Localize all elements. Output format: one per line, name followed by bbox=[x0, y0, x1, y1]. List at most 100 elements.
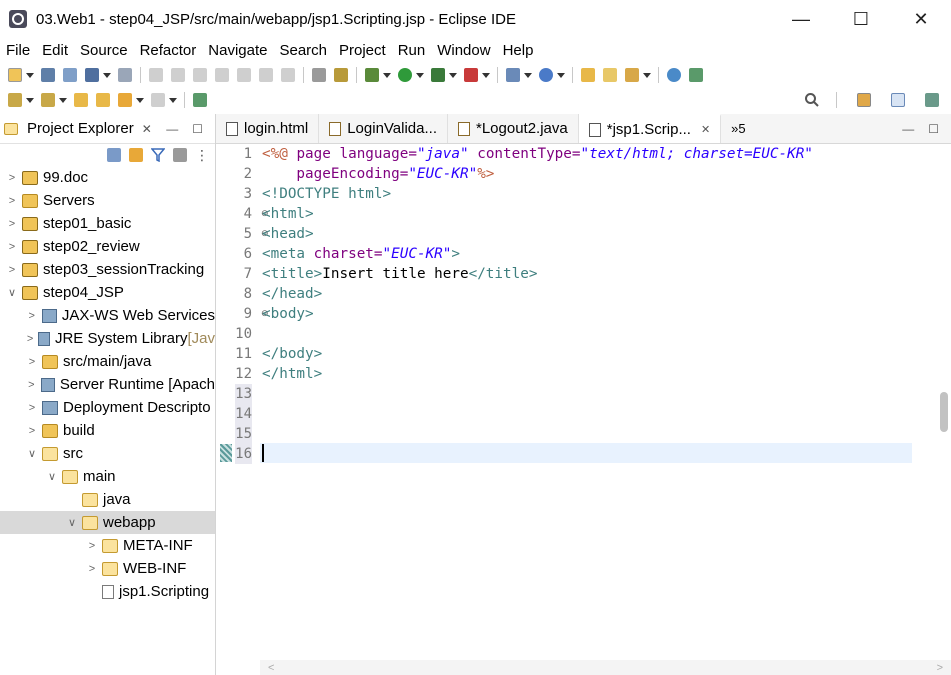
tab-login-html[interactable]: login.html bbox=[216, 114, 320, 143]
menu-refactor[interactable]: Refactor bbox=[140, 42, 197, 59]
tree-item-servers[interactable]: > Servers bbox=[0, 189, 215, 212]
tree-item-jre[interactable]: > JRE System Library [Jav bbox=[0, 327, 215, 350]
save-all-icon[interactable] bbox=[63, 68, 77, 82]
java-ee-perspective-icon[interactable] bbox=[891, 93, 905, 107]
open-type-icon[interactable] bbox=[581, 68, 595, 82]
chevron-down-icon[interactable]: ∨ bbox=[66, 516, 78, 529]
chevron-right-icon[interactable]: > bbox=[26, 402, 38, 414]
collapse-all-icon[interactable] bbox=[107, 148, 121, 162]
resume-icon[interactable] bbox=[149, 68, 163, 82]
menu-source[interactable]: Source bbox=[80, 42, 128, 59]
tree-item-jsp1[interactable]: jsp1.Scripting bbox=[0, 580, 215, 603]
menu-run[interactable]: Run bbox=[398, 42, 426, 59]
chevron-right-icon[interactable]: > bbox=[86, 563, 98, 575]
suspend-icon[interactable] bbox=[171, 68, 185, 82]
menu-edit[interactable]: Edit bbox=[42, 42, 68, 59]
use-step-filters-icon[interactable] bbox=[312, 68, 326, 82]
menu-navigate[interactable]: Navigate bbox=[208, 42, 267, 59]
chevron-down-icon[interactable] bbox=[643, 72, 651, 78]
chevron-right-icon[interactable]: > bbox=[26, 310, 38, 322]
chevron-down-icon[interactable] bbox=[524, 72, 532, 78]
filter-icon[interactable] bbox=[151, 148, 165, 162]
menu-search[interactable]: Search bbox=[279, 42, 327, 59]
chevron-right-icon[interactable]: > bbox=[86, 540, 98, 552]
debug-icon[interactable] bbox=[365, 68, 379, 82]
chevron-right-icon[interactable]: > bbox=[26, 425, 38, 437]
pin-editor-icon[interactable] bbox=[193, 93, 207, 107]
tree-item-main[interactable]: ∨ main bbox=[0, 465, 215, 488]
external-tools-icon[interactable] bbox=[464, 68, 478, 82]
terminate-icon[interactable] bbox=[193, 68, 207, 82]
search-tool-icon[interactable] bbox=[625, 68, 639, 82]
tree-item-step01[interactable]: > step01_basic bbox=[0, 212, 215, 235]
previous-annotation-icon[interactable] bbox=[41, 93, 55, 107]
menu-file[interactable]: File bbox=[6, 42, 30, 59]
close-window-button[interactable]: ✕ bbox=[891, 0, 951, 38]
code-text-area[interactable]: <%@ page language="java" contentType="te… bbox=[260, 144, 910, 660]
tab-logout2[interactable]: *Logout2.java bbox=[448, 114, 579, 143]
chevron-down-icon[interactable]: ∨ bbox=[6, 286, 18, 299]
save-icon[interactable] bbox=[41, 68, 55, 82]
coverage-icon[interactable] bbox=[334, 68, 348, 82]
debug-perspective-icon[interactable] bbox=[925, 93, 939, 107]
more-tabs-button[interactable]: »5 bbox=[721, 114, 755, 143]
chevron-right-icon[interactable]: > bbox=[6, 264, 18, 276]
scroll-thumb[interactable] bbox=[940, 392, 948, 432]
chevron-down-icon[interactable] bbox=[26, 72, 34, 78]
tree-item-meta-inf[interactable]: > META-INF bbox=[0, 534, 215, 557]
scroll-right-icon[interactable]: > bbox=[937, 662, 943, 674]
chevron-down-icon[interactable]: ∨ bbox=[26, 447, 38, 460]
open-task-icon[interactable] bbox=[603, 68, 617, 82]
chevron-down-icon[interactable] bbox=[482, 72, 490, 78]
last-edit-location-icon[interactable] bbox=[74, 93, 88, 107]
chevron-right-icon[interactable]: > bbox=[26, 356, 38, 368]
chevron-down-icon[interactable] bbox=[103, 72, 111, 78]
open-perspective-icon[interactable] bbox=[857, 93, 871, 107]
tab-loginvalidation[interactable]: LoginValida... bbox=[319, 114, 448, 143]
horizontal-scrollbar[interactable]: < > bbox=[260, 660, 951, 675]
chevron-right-icon[interactable]: > bbox=[26, 333, 34, 345]
tree-item-deployment[interactable]: > Deployment Descripto bbox=[0, 396, 215, 419]
chevron-right-icon[interactable]: > bbox=[6, 172, 18, 184]
project-explorer-tab[interactable]: Project Explorer ✕ — ☐ bbox=[0, 114, 215, 144]
tree-item-build[interactable]: > build bbox=[0, 419, 215, 442]
scroll-left-icon[interactable]: < bbox=[268, 662, 274, 674]
tree-item-step04[interactable]: ∨ step04_JSP bbox=[0, 281, 215, 304]
chevron-down-icon[interactable] bbox=[169, 97, 177, 103]
chevron-right-icon[interactable]: > bbox=[6, 241, 18, 253]
chevron-down-icon[interactable] bbox=[59, 97, 67, 103]
tree-item-step02[interactable]: > step02_review bbox=[0, 235, 215, 258]
next-edit-location-icon[interactable] bbox=[96, 93, 110, 107]
search-icon[interactable] bbox=[804, 92, 820, 108]
chevron-down-icon[interactable] bbox=[383, 72, 391, 78]
tab-jsp1-scripting[interactable]: *jsp1.Scrip... ✕ bbox=[578, 114, 722, 143]
minimize-panel-button[interactable]: — bbox=[166, 122, 178, 136]
web-services-icon[interactable] bbox=[689, 68, 703, 82]
menu-window[interactable]: Window bbox=[437, 42, 490, 59]
chevron-down-icon[interactable]: ∨ bbox=[46, 470, 58, 483]
next-annotation-icon[interactable] bbox=[8, 93, 22, 107]
terminal-icon[interactable] bbox=[85, 68, 99, 82]
chevron-down-icon[interactable] bbox=[416, 72, 424, 78]
new-class-icon[interactable] bbox=[539, 68, 553, 82]
focus-icon[interactable] bbox=[173, 148, 187, 162]
disconnect-icon[interactable] bbox=[215, 68, 229, 82]
vertical-scrollbar[interactable] bbox=[937, 144, 951, 660]
step-over-icon[interactable] bbox=[259, 68, 273, 82]
chevron-down-icon[interactable] bbox=[449, 72, 457, 78]
minimize-button[interactable]: — bbox=[771, 0, 831, 38]
tree-item-src[interactable]: ∨ src bbox=[0, 442, 215, 465]
tree-item-step03[interactable]: > step03_sessionTracking bbox=[0, 258, 215, 281]
tree-item-jaxws[interactable]: > JAX-WS Web Services bbox=[0, 304, 215, 327]
new-java-project-icon[interactable] bbox=[506, 68, 520, 82]
tree-item-server-runtime[interactable]: > Server Runtime [Apach bbox=[0, 373, 215, 396]
chevron-down-icon[interactable] bbox=[557, 72, 565, 78]
tree-item-webapp[interactable]: ∨ webapp bbox=[0, 511, 215, 534]
tree-item-web-inf[interactable]: > WEB-INF bbox=[0, 557, 215, 580]
code-editor[interactable]: 1 2 3 4 5 6 7 8 9 10 11 12 13 14 15 16 ⊖… bbox=[218, 144, 951, 675]
close-icon[interactable]: ✕ bbox=[701, 123, 710, 136]
menu-project[interactable]: Project bbox=[339, 42, 386, 59]
maximize-editor-button[interactable]: ☐ bbox=[928, 122, 939, 136]
step-return-icon[interactable] bbox=[281, 68, 295, 82]
maximize-panel-button[interactable]: ☐ bbox=[192, 122, 203, 136]
